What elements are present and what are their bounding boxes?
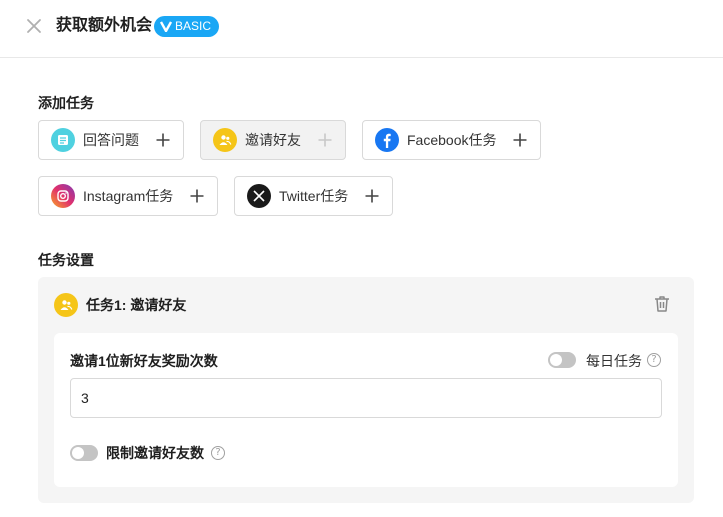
task-button-label: 邀请好友 bbox=[245, 132, 301, 148]
task-button-label: Facebook任务 bbox=[407, 132, 497, 148]
task-card-body: 邀请1位新好友奖励次数 每日任务 ? 3 限制邀请好友数 ? bbox=[54, 333, 678, 487]
plus-icon bbox=[512, 132, 528, 148]
question-icon bbox=[51, 128, 75, 152]
task-card-title: 任务1: 邀请好友 bbox=[86, 297, 187, 313]
reward-count-input[interactable]: 3 bbox=[70, 378, 662, 418]
help-icon[interactable]: ? bbox=[647, 353, 661, 367]
limit-invites-label: 限制邀请好友数 bbox=[106, 445, 204, 461]
invite-friends-icon bbox=[54, 293, 78, 317]
reward-count-label: 邀请1位新好友奖励次数 bbox=[70, 353, 218, 369]
page-title: 获取额外机会 bbox=[56, 17, 153, 34]
x-twitter-icon bbox=[247, 184, 271, 208]
daily-task-toggle[interactable] bbox=[548, 352, 576, 368]
close-icon[interactable] bbox=[24, 16, 44, 36]
daily-task-label: 每日任务 bbox=[586, 353, 642, 369]
add-instagram-task-button[interactable]: Instagram任务 bbox=[38, 176, 218, 216]
add-twitter-task-button[interactable]: Twitter任务 bbox=[234, 176, 393, 216]
facebook-icon bbox=[375, 128, 399, 152]
limit-invites-toggle[interactable] bbox=[70, 445, 98, 461]
add-question-task-button[interactable]: 回答问题 bbox=[38, 120, 184, 160]
plan-badge: BASIC bbox=[154, 16, 220, 37]
trash-icon[interactable] bbox=[652, 294, 672, 314]
plus-icon bbox=[317, 132, 333, 148]
badge-label: BASIC bbox=[175, 19, 212, 33]
add-tasks-label: 添加任务 bbox=[38, 95, 94, 111]
invite-friends-icon bbox=[213, 128, 237, 152]
plus-icon bbox=[189, 188, 205, 204]
task-settings-label: 任务设置 bbox=[38, 252, 94, 268]
header: 获取额外机会 BASIC bbox=[0, 0, 723, 58]
plus-icon bbox=[364, 188, 380, 204]
add-invite-task-button[interactable]: 邀请好友 bbox=[200, 120, 346, 160]
task-card: 任务1: 邀请好友 邀请1位新好友奖励次数 每日任务 ? 3 限制邀请好友数 ? bbox=[38, 277, 694, 503]
task-button-label: 回答问题 bbox=[83, 132, 139, 148]
add-facebook-task-button[interactable]: Facebook任务 bbox=[362, 120, 541, 160]
instagram-icon bbox=[51, 184, 75, 208]
help-icon[interactable]: ? bbox=[211, 446, 225, 460]
v-logo-icon bbox=[160, 21, 172, 32]
plus-icon bbox=[155, 132, 171, 148]
task-button-label: Instagram任务 bbox=[83, 188, 174, 204]
task-button-label: Twitter任务 bbox=[279, 188, 349, 204]
